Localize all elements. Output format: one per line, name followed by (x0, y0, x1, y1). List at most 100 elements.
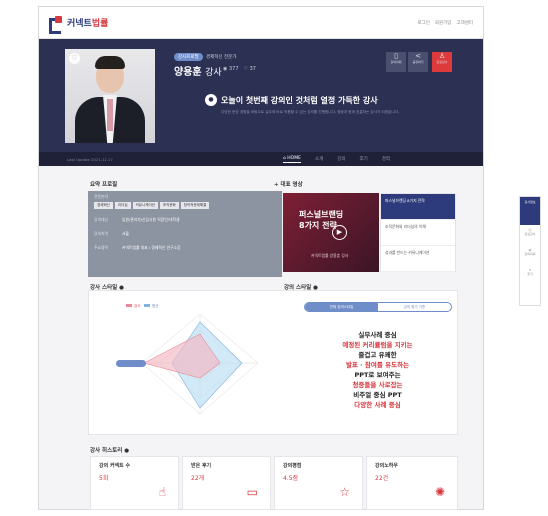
video-caption: 커넥트법률 양용훈 강사 (311, 253, 349, 258)
history-value: 22건 (375, 475, 389, 482)
side-label: 관심강사 (524, 232, 536, 236)
share-label: 공유하기 (412, 60, 424, 64)
tab-career[interactable]: 경력 (382, 156, 390, 163)
logo-mark-icon (49, 15, 63, 34)
legend-instructor: 강사 (134, 303, 141, 308)
profile-tab-bar: Last Update 2021.12.17 ⌂ HOME 소개 강의 후기 경… (39, 152, 483, 166)
bookmark-icon: ▯ (394, 52, 398, 60)
featured-video[interactable]: 퍼스널브랜딩 8가지 전략 ▶ 커넥트법률 양용훈 강사 (283, 193, 379, 272)
style-tag: 다양한 사례 중심 (354, 401, 401, 409)
share-button[interactable]: < 공유하기 (408, 52, 428, 72)
lecture-style-filter: 전체 강의스타일 강의 평가 기준 (304, 302, 452, 312)
side-label: 강의의뢰 (524, 252, 536, 256)
history-section-title: 강사 히스토리 ● (90, 446, 129, 454)
side-item-request[interactable]: ▤ 강의의뢰 (520, 245, 540, 265)
tab-lectures[interactable]: 강의 (337, 156, 345, 163)
favorite-heart-icon[interactable]: ♡ (69, 53, 80, 64)
side-item-info[interactable]: 강사정보 (520, 197, 540, 225)
lecture-style-tags: 실무사례 중심 예정된 커리큘럼을 지키는 즐겁고 유쾌한 발표 · 참여를 유… (300, 330, 455, 410)
support-link[interactable]: 고객센터 (456, 20, 473, 26)
video-list-item[interactable]: 퍼스널브랜딩 8가지 전략 (381, 194, 455, 220)
login-link[interactable]: 로그인 (417, 20, 429, 26)
video-list: 퍼스널브랜딩 8가지 전략 조직문화와 리더십의 이해 성과를 만드는 커뮤니케… (380, 193, 456, 272)
profile-section-title: 요약 프로필 (90, 182, 118, 188)
eye-icon: ◉ (223, 66, 228, 72)
views-stat: ◉ 377 (223, 66, 239, 72)
style-tag: 발표 · 참여를 유도하는 (345, 361, 410, 369)
side-item-interest[interactable]: ☺ 관심강사 (520, 225, 540, 245)
help-icon[interactable]: ● (124, 448, 129, 454)
history-card-rating: 강의평점 4.5점 ☆ (274, 456, 363, 510)
logo-suffix: 법률 (91, 19, 109, 29)
row-value: 서울 (122, 231, 129, 236)
signup-link[interactable]: 회원가입 (435, 20, 452, 26)
site-logo[interactable]: 커넥트법률 (49, 15, 108, 34)
row-key: 전문분야 (94, 194, 108, 199)
expertise-chip: 커뮤니케이션 (132, 202, 158, 209)
tab-list: ⌂ HOME 소개 강의 후기 경력 (283, 156, 390, 163)
history-value: 4.5점 (283, 475, 299, 482)
logo-prefix: 커넥트 (67, 19, 92, 29)
profile-badge: 강사프로필 (174, 53, 203, 61)
style-tag: 즐겁고 유쾌한 (358, 351, 397, 359)
likes-stat: ♡ 37 (244, 66, 256, 72)
summary-profile-card: 전문분야 경제혁신 리더십 커뮤니케이션 조직문화 창의적문제해결 강의대상 임원… (88, 191, 282, 277)
history-card-connects: 강의 커넥트 수 5회 ☝ (90, 456, 179, 510)
filter-all[interactable]: 전체 강의스타일 (305, 303, 378, 311)
interest-label: 관심강사 (436, 60, 448, 64)
chat-bubble-icon: ▭ (246, 485, 258, 499)
last-update: Last Update 2021.12.17 (67, 156, 113, 162)
profile-row-career: 주요경력 커넥트법률 대표 / 경제혁신 연구소장 (88, 237, 282, 251)
expert-field: 경제혁신 전문가 (206, 55, 237, 60)
row-key: 주요경력 (94, 245, 108, 250)
side-item-review[interactable]: ✎ 후기 (520, 265, 540, 285)
video-section-title: + 대표 영상 (274, 182, 303, 188)
profile-row-target: 강의대상 임원/관리자/신입사원 직장인/대학생 (88, 209, 282, 223)
hand-pointer-icon: ☝ (158, 485, 166, 499)
tab-home[interactable]: ⌂ HOME (283, 156, 301, 163)
request-label: 강의의뢰 (390, 60, 402, 64)
name-text: 양용훈 (174, 67, 202, 78)
row-value: 임원/관리자/신입사원 직장인/대학생 (122, 217, 180, 222)
interest-button[interactable]: ♙ 관심강사 (432, 52, 452, 72)
instructor-name: 양용훈 강사 (174, 63, 222, 78)
filter-criteria[interactable]: 강의 평가 기준 (378, 305, 451, 310)
expertise-chip: 창의적문제해결 (180, 202, 210, 209)
play-icon[interactable]: ▶ (332, 225, 347, 240)
heart-icon: ♡ (243, 66, 248, 72)
hero-banner: ♡ 강사프로필 경제혁신 전문가 양용훈 강사 ◉ 377 ♡ 37 ▯ 강의의뢰… (39, 39, 483, 152)
style-tag: 실무사례 중심 (358, 331, 397, 339)
row-key: 강의대상 (94, 217, 108, 222)
lightbulb-icon: ✺ (434, 485, 445, 499)
microphone-icon: ● (205, 94, 217, 106)
instructor-style-radar: 강사 평균 (116, 303, 259, 415)
views-count: 377 (228, 66, 239, 72)
logo-text: 커넥트법률 (67, 16, 108, 29)
instructor-photo (65, 49, 155, 143)
tab-intro[interactable]: 소개 (315, 156, 323, 163)
request-lecture-button[interactable]: ▯ 강의의뢰 (386, 52, 406, 72)
style-tag: PPT로 보여주는 (354, 371, 401, 379)
history-value: 5회 (99, 475, 109, 482)
history-label: 강의평점 (283, 463, 302, 469)
intro-headline: 오늘이 첫번째 강의인 것처럼 열정 가득한 강사 (221, 96, 378, 105)
history-label: 강의 커넥트 수 (99, 463, 131, 469)
history-card-reviews: 받은 후기 22개 ▭ (182, 456, 271, 510)
video-list-item[interactable]: 조직문화와 리더십의 이해 (381, 220, 455, 246)
side-label: 후기 (527, 272, 533, 276)
legend-average: 평균 (152, 303, 159, 308)
top-links: 로그인 회원가입 고객센터 (417, 20, 473, 26)
tab-reviews[interactable]: 후기 (360, 156, 368, 163)
top-bar: 커넥트법률 로그인 회원가입 고객센터 (39, 7, 483, 39)
quick-side-panel: 강사정보 ☺ 관심강사 ▤ 강의의뢰 ✎ 후기 (519, 196, 541, 306)
history-value: 22개 (191, 475, 205, 482)
style-tag: 예정된 커리큘럼을 지키는 (342, 341, 413, 349)
profile-stats: ◉ 377 ♡ 37 (223, 66, 256, 72)
expertise-chip: 경제혁신 (94, 202, 113, 209)
video-list-item[interactable]: 성과를 만드는 커뮤니케이션 (381, 246, 455, 272)
likes-count: 37 (249, 66, 256, 72)
home-icon: ⌂ (283, 155, 286, 161)
row-key: 강의지역 (94, 231, 108, 236)
row-value: 커넥트법률 대표 / 경제혁신 연구소장 (122, 245, 181, 250)
person-icon: ♙ (438, 52, 446, 60)
